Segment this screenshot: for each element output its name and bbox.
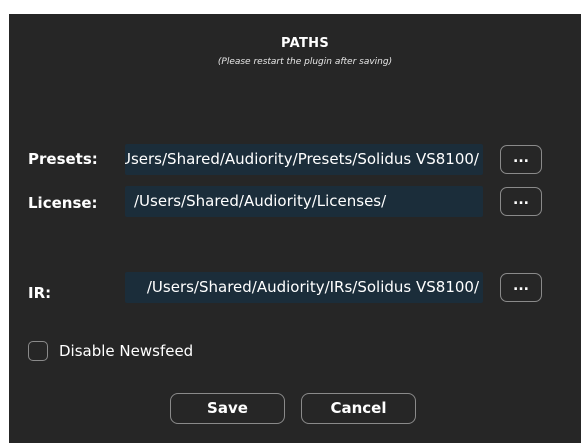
ir-browse-button[interactable]: ... bbox=[500, 273, 542, 302]
save-button[interactable]: Save bbox=[170, 393, 285, 424]
ir-path-field[interactable]: /Users/Shared/Audiority/IRs/Solidus VS81… bbox=[125, 272, 483, 303]
disable-newsfeed-checkbox[interactable] bbox=[28, 341, 48, 361]
ir-label: IR: bbox=[28, 284, 52, 302]
ir-path-value: /Users/Shared/Audiority/IRs/Solidus VS81… bbox=[146, 278, 479, 296]
dialog-title: PATHS bbox=[281, 36, 329, 51]
dialog-subtitle: (Please restart the plugin after saving) bbox=[217, 57, 393, 67]
presets-path-field[interactable]: /Users/Shared/Audiority/Presets/Solidus … bbox=[125, 144, 483, 175]
license-path-value: /Users/Shared/Audiority/Licenses/ bbox=[134, 192, 387, 210]
presets-path-value: /Users/Shared/Audiority/Presets/Solidus … bbox=[125, 150, 479, 168]
disable-newsfeed-label: Disable Newsfeed bbox=[59, 342, 194, 360]
paths-dialog: PATHS (Please restart the plugin after s… bbox=[9, 14, 581, 443]
license-browse-button[interactable]: ... bbox=[500, 187, 542, 216]
license-path-field[interactable]: /Users/Shared/Audiority/Licenses/ bbox=[125, 186, 483, 217]
disable-newsfeed-row[interactable]: Disable Newsfeed bbox=[28, 339, 193, 363]
presets-browse-button[interactable]: ... bbox=[500, 145, 542, 174]
license-label: License: bbox=[28, 194, 98, 212]
cancel-button[interactable]: Cancel bbox=[301, 393, 416, 424]
presets-label: Presets: bbox=[28, 150, 98, 168]
